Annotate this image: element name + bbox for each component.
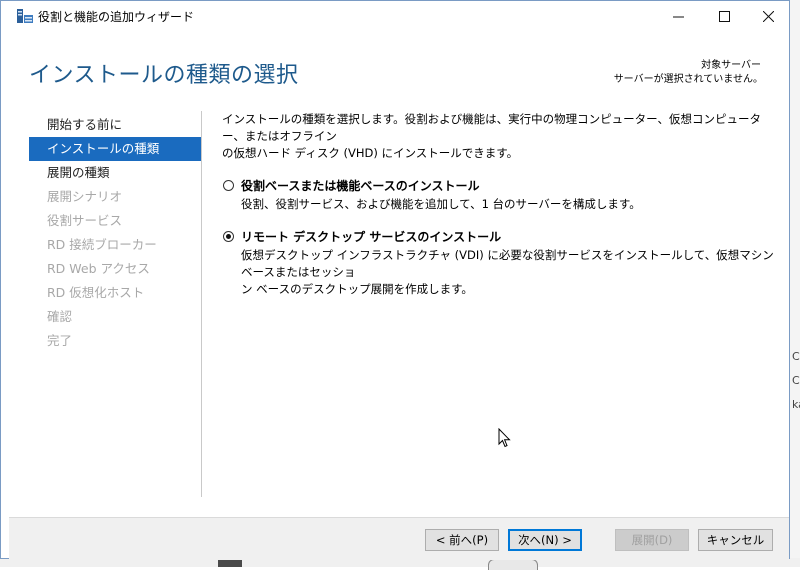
option-role-based-install[interactable]: 役割ベースまたは機能ベースのインストール 役割、役割サービス、および機能を追加し…: [222, 178, 778, 213]
background-pill: [488, 559, 538, 570]
target-server-value: サーバーが選択されていません。: [613, 74, 763, 85]
option-description-line: ン ベースのデスクトップ展開を作成します。: [241, 282, 473, 296]
nav-item-installation-type[interactable]: インストールの種類: [29, 137, 201, 161]
close-button[interactable]: [745, 1, 791, 31]
wizard-footer: < 前へ(P) 次へ(N) > 展開(D) キャンセル: [9, 517, 789, 560]
intro-line: インストールの種類を選択します。役割および機能は、実行中の物理コンピューター、仮…: [222, 112, 761, 143]
previous-button[interactable]: < 前へ(P): [425, 529, 499, 551]
main-content: インストールの種類を選択します。役割および機能は、実行中の物理コンピューター、仮…: [222, 111, 778, 298]
nav-item-confirmation: 確認: [47, 309, 73, 324]
nav-item-before-you-begin[interactable]: 開始する前に: [29, 113, 201, 137]
nav-divider: [201, 111, 202, 497]
intro-text: インストールの種類を選択します。役割および機能は、実行中の物理コンピューター、仮…: [222, 111, 778, 162]
page-header: インストールの種類の選択 対象サーバー サーバーが選択されていません。: [9, 31, 781, 111]
close-icon: [762, 10, 774, 22]
page-title: インストールの種類の選択: [29, 63, 299, 88]
background-text-fragment: ka: [792, 398, 800, 411]
option-rds-install[interactable]: リモート デスクトップ サービスのインストール 仮想デスクトップ インフラストラ…: [222, 229, 778, 298]
wizard-nav: 開始する前に インストールの種類 展開の種類 展開シナリオ 役割サービス RD …: [29, 113, 201, 353]
target-server-label: 対象サーバー: [701, 60, 761, 71]
window-title: 役割と機能の追加ウィザード: [38, 10, 195, 24]
minimize-icon: [672, 16, 684, 17]
nav-item-rd-web-access: RD Web アクセス: [47, 261, 150, 276]
role-based-radio[interactable]: [223, 180, 234, 191]
nav-item-deployment-scenario: 展開シナリオ: [47, 189, 123, 204]
nav-item-deployment-type[interactable]: 展開の種類: [29, 161, 201, 185]
background-text-fragment: C: [792, 374, 800, 387]
title-bar[interactable]: 役割と機能の追加ウィザード: [1, 1, 789, 31]
rds-radio[interactable]: [223, 231, 234, 242]
nav-item-rd-virtualization-host: RD 仮想化ホスト: [47, 285, 145, 300]
nav-item-rd-connection-broker: RD 接続ブローカー: [47, 237, 157, 252]
nav-item-completion: 完了: [47, 333, 73, 348]
cancel-button[interactable]: キャンセル: [698, 529, 773, 551]
option-description: 役割、役割サービス、および機能を追加して、1 台のサーバーを構成します。: [241, 196, 778, 213]
intro-line: の仮想ハード ディスク (VHD) にインストールできます。: [222, 146, 519, 160]
deploy-button: 展開(D): [615, 529, 689, 551]
nav-item-role-services: 役割サービス: [47, 213, 123, 228]
background-desktop-strip: [790, 0, 800, 567]
option-description: 仮想デスクトップ インフラストラクチャ (VDI) に必要な役割サービスをインス…: [241, 247, 778, 298]
option-title: 役割ベースまたは機能ベースのインストール: [241, 179, 480, 193]
minimize-button[interactable]: [655, 1, 701, 31]
next-button[interactable]: 次へ(N) >: [508, 529, 582, 551]
background-tab: [218, 559, 242, 567]
background-text-fragment: C: [792, 350, 800, 363]
maximize-icon: [718, 10, 730, 22]
maximize-button[interactable]: [701, 1, 747, 31]
option-title: リモート デスクトップ サービスのインストール: [241, 230, 502, 244]
option-description-line: 役割、役割サービス、および機能を追加して、1 台のサーバーを構成します。: [241, 197, 641, 211]
wizard-window: 役割と機能の追加ウィザード インストールの種類の選択 対象サーバー サーバーが選…: [0, 0, 790, 560]
server-manager-icon: [17, 9, 33, 23]
option-description-line: 仮想デスクトップ インフラストラクチャ (VDI) に必要な役割サービスをインス…: [241, 248, 774, 279]
mouse-pointer-icon: [498, 428, 511, 448]
